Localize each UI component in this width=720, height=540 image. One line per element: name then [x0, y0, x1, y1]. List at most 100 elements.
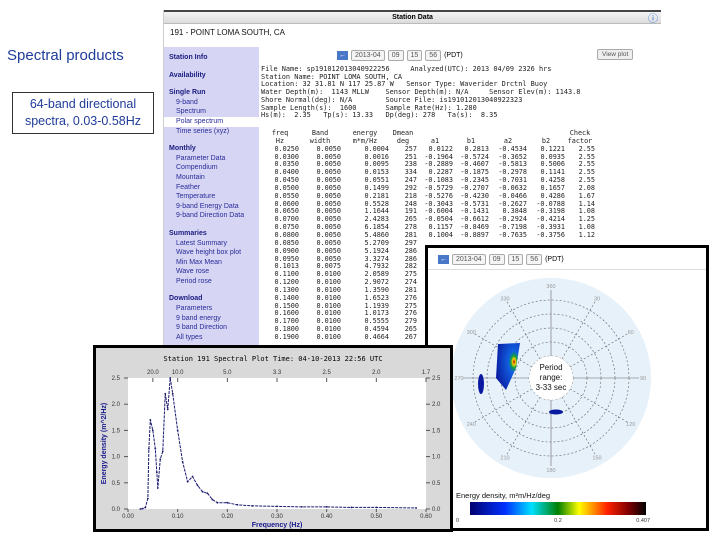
sidebar-item-wave-rose[interactable]: Wave rose	[164, 267, 259, 277]
sidebar-item-summaries: Summaries	[169, 229, 207, 237]
second-select[interactable]: 56	[425, 50, 442, 61]
back-arrow-icon[interactable]: ←	[337, 51, 348, 60]
data-point	[226, 501, 229, 504]
sidebar-item-feather[interactable]: Feather	[164, 183, 259, 193]
direction-label: 300	[467, 330, 476, 336]
data-point	[216, 501, 219, 504]
sidebar-item-9-band-direction[interactable]: 9 band Direction	[164, 323, 259, 333]
x-tick-label: 0.50	[370, 514, 382, 520]
x-tick-label: 0.30	[271, 514, 283, 520]
plot-area	[128, 378, 426, 509]
data-point	[166, 408, 169, 411]
top-tick-label: 2.0	[372, 370, 381, 376]
data-point	[164, 392, 167, 395]
y-tick-label: 1.5	[112, 428, 121, 434]
timezone-label: (PDT)	[444, 52, 463, 59]
sidebar-item-9-band-direction-data[interactable]: 9-band Direction Data	[164, 211, 259, 221]
sidebar-item-min-max-mean[interactable]: Min Max Mean	[164, 258, 259, 268]
slide-title: Spectral products	[7, 47, 124, 64]
view-plot-button[interactable]: View plot	[597, 49, 634, 60]
polar-spectrum-window: ← 2013-04 09 15 56 (PDT) 360 30 60 90 120 150…	[425, 245, 709, 531]
direction-label: 150	[592, 456, 601, 462]
top-tick-label: 2.5	[322, 370, 331, 376]
sidebar-item-wave-height-box-plot[interactable]: Wave height box plot	[164, 248, 259, 258]
data-point	[211, 498, 214, 501]
table-cell: 1.12	[578, 230, 595, 239]
sidebar-item-download: Download	[169, 295, 203, 303]
sidebar-item-period-rose[interactable]: Period rose	[164, 277, 259, 287]
sidebar-item-latest-summary[interactable]: Latest Summary	[164, 239, 259, 249]
sidebar-item-9-band-energy[interactable]: 9 band energy	[164, 314, 259, 324]
column-header: a2	[489, 130, 527, 146]
sidebar-item-9-band-energy-data[interactable]: 9-band Energy Data	[164, 202, 259, 212]
sidebar-item-parameters[interactable]: Parameters	[164, 304, 259, 314]
table-row: 0.0800 0.0050 5.4860 281 0.1004 -0.8897 -0.763…	[261, 230, 595, 240]
sidebar-item-availability[interactable]: Availability	[164, 71, 259, 81]
y-tick-label: 2.0	[112, 402, 121, 408]
column-header: energy m*m/Hz	[341, 129, 389, 146]
minute-select[interactable]: 15	[406, 50, 423, 61]
colorbar-tick: 0	[456, 518, 459, 524]
data-point	[191, 475, 194, 478]
y-tick-label-right: 0.0	[432, 507, 441, 513]
data-point	[251, 504, 254, 507]
data-point	[151, 429, 154, 432]
data-point	[375, 506, 378, 509]
table-cell: 0.0100	[316, 332, 341, 341]
table-cell: -0.8897	[460, 230, 489, 239]
y-tick-label-right: 1.0	[432, 455, 441, 461]
direction-label: 120	[626, 422, 635, 428]
sidebar-item-time-series-xyz-[interactable]: Time series (xyz)	[164, 127, 259, 137]
data-point	[206, 492, 209, 495]
energy-patch	[478, 374, 484, 394]
x-tick-label: 0.00	[122, 514, 134, 520]
data-point	[139, 508, 142, 510]
hour-select[interactable]: 09	[387, 50, 404, 61]
sidebar-item-spectrum[interactable]: Spectrum	[164, 107, 259, 117]
y-axis-label: Energy density (m^2/Hz)	[100, 403, 108, 485]
direction-label: 330	[500, 296, 509, 302]
table-cell: 0.4664	[364, 332, 389, 341]
polar-plot: 360 30 60 90 120 150 180 210 240 270 300 330 Periodr…	[451, 278, 651, 524]
direction-label: 360	[546, 284, 555, 290]
data-point	[169, 377, 172, 379]
x-tick-label: 0.60	[420, 514, 432, 520]
column-header: b2	[527, 130, 565, 146]
data-point	[300, 506, 303, 508]
window-title: Station Data	[164, 10, 661, 24]
y-tick-label: 2.5	[112, 376, 121, 382]
spectral-plot: Station 191 Spectral Plot Time: 04-10-20…	[100, 355, 441, 529]
sidebar-item-station-info[interactable]: Station Info	[164, 53, 259, 63]
table-cell: 267	[404, 332, 417, 341]
date-select[interactable]: 2013-04	[351, 50, 385, 61]
sidebar-item-compendium[interactable]: Compendium	[164, 163, 259, 173]
direction-label: 240	[467, 422, 476, 428]
sidebar-item-parameter-data[interactable]: Parameter Data	[164, 154, 259, 164]
info-icon[interactable]: ⓘ	[648, 10, 658, 25]
sidebar-item-all-types[interactable]: All types	[164, 333, 259, 343]
sidebar-item-mountain[interactable]: Mountain	[164, 173, 259, 183]
column-header: b1	[453, 130, 489, 146]
data-point	[171, 392, 174, 395]
column-header: Check factor	[565, 129, 595, 146]
description-box: 64-band directional spectra, 0.03-0.58Hz	[12, 92, 154, 134]
sidebar-item-9-band[interactable]: 9-band	[164, 98, 259, 108]
data-point	[149, 419, 152, 421]
top-tick-label: 10.0	[172, 370, 184, 376]
top-tick-label: 3.3	[273, 370, 282, 376]
file-header-text: File Name: sp191012013040922256 Analyzed…	[261, 65, 581, 120]
x-tick-label: 0.40	[321, 514, 333, 520]
data-point	[276, 505, 278, 508]
station-name: 191 - POINT LOMA SOUTH, CA	[170, 28, 285, 37]
data-point	[155, 471, 158, 474]
data-point	[186, 480, 189, 483]
sidebar-item-polar-spectrum[interactable]: Polar spectrum	[164, 116, 259, 127]
data-point	[236, 503, 239, 506]
column-header: freq Hz	[261, 129, 299, 146]
top-tick-label: 5.0	[223, 370, 232, 376]
sidebar-item-temperature[interactable]: Temperature	[164, 192, 259, 202]
table-cell: -0.3756	[536, 230, 565, 239]
